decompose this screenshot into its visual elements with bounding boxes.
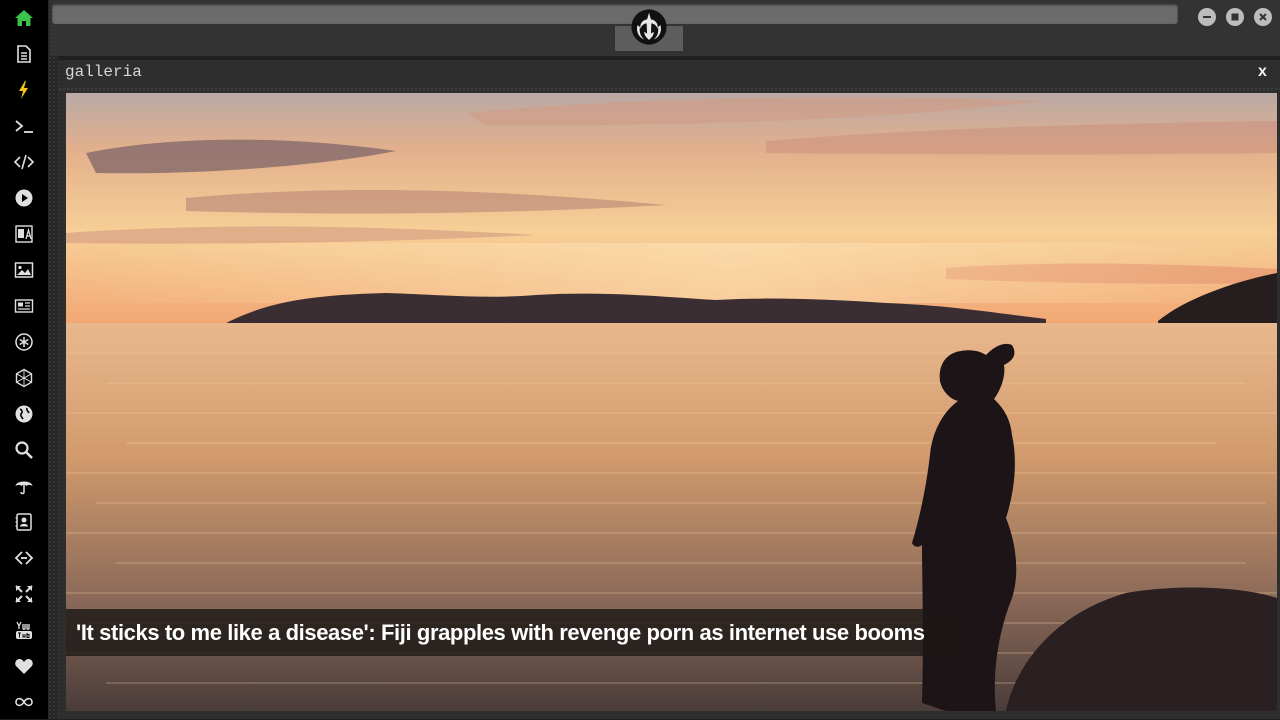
code-icon [14,154,34,170]
sidebar-item-umbrella[interactable] [0,468,48,504]
sidebar-item-globe[interactable] [0,396,48,432]
contact-icon [15,513,32,531]
sidebar-item-document[interactable] [0,36,48,72]
heart-icon [15,659,33,674]
close-icon [1259,13,1267,21]
sidebar-item-link[interactable] [0,540,48,576]
sidebar-item-infinity[interactable] [0,684,48,720]
window-close-button[interactable] [1254,8,1272,26]
sidebar-item-youtube[interactable] [0,612,48,648]
newspaper-icon [14,299,34,313]
sidebar-item-contact[interactable] [0,504,48,540]
sidebar-item-translate[interactable] [0,216,48,252]
expand-icon [15,585,33,603]
document-icon [17,45,31,63]
image-caption: 'It sticks to me like a disease': Fiji g… [66,609,962,656]
infinity-icon [15,697,33,707]
sidebar-item-heart[interactable] [0,648,48,684]
sidebar-item-play[interactable] [0,180,48,216]
sidebar-item-image[interactable] [0,252,48,288]
panel-close-button[interactable]: x [1258,63,1267,81]
sidebar-item-expand[interactable] [0,576,48,612]
sidebar [0,0,48,719]
play-icon [15,189,33,207]
home-icon [15,10,33,26]
hexagon-icon [15,368,33,388]
rebel-alliance-icon [631,9,667,45]
minimize-icon [1203,16,1211,18]
sidebar-item-home[interactable] [0,0,48,36]
globe-icon [15,405,33,423]
minimize-button[interactable] [1198,8,1216,26]
maximize-icon [1231,13,1239,21]
image-icon [14,262,34,278]
sidebar-item-terminal[interactable] [0,108,48,144]
panel-title: galleria [65,63,142,81]
maximize-button[interactable] [1226,8,1244,26]
umbrella-icon [15,481,33,495]
terminal-icon [15,120,33,133]
sidebar-item-search[interactable] [0,432,48,468]
caption-text: 'It sticks to me like a disease': Fiji g… [76,619,925,645]
sidebar-divider [48,0,58,719]
sidebar-item-asterisk[interactable] [0,324,48,360]
asterisk-icon [15,333,33,351]
address-bar[interactable] [52,4,1178,24]
panel-title-divider [58,87,1280,92]
link-icon [14,551,34,565]
translate-icon [15,225,33,243]
sidebar-item-hexagon[interactable] [0,360,48,396]
sidebar-item-newspaper[interactable] [0,288,48,324]
sidebar-item-lightning[interactable] [0,72,48,108]
youtube-icon [16,621,32,639]
sidebar-item-code[interactable] [0,144,48,180]
search-icon [15,441,33,459]
lightning-icon [19,81,28,99]
